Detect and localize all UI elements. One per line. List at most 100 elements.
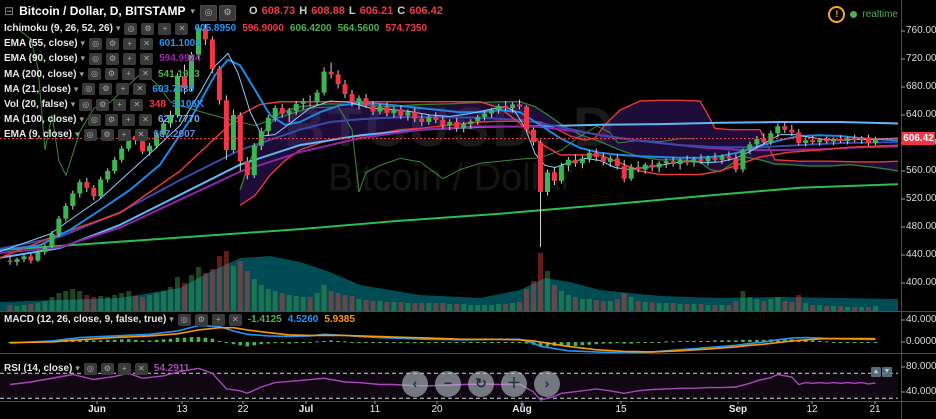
candle-body (398, 109, 404, 116)
gear-icon[interactable]: ⚙ (96, 98, 110, 111)
indicator-label[interactable]: MA (21, close) (4, 84, 71, 95)
axis-label: 400.00 (906, 277, 936, 288)
eye-icon[interactable]: ◎ (83, 362, 97, 375)
volume-bar (140, 297, 146, 311)
status-area: ! realtime (828, 6, 898, 23)
candle-body (244, 161, 250, 176)
volume-bar (321, 285, 327, 311)
pane-expand-icon[interactable]: ▲ (871, 367, 881, 377)
close-icon[interactable]: ✕ (134, 128, 148, 141)
volume-bar (831, 306, 837, 311)
zoom-out-button[interactable]: − (435, 371, 461, 397)
close-icon[interactable]: ✕ (228, 313, 242, 326)
indicator-label[interactable]: EMA (9, close) (4, 129, 72, 140)
alert-icon[interactable]: ! (828, 6, 846, 23)
gear-icon[interactable]: ⚙ (104, 113, 118, 126)
collapse-icon[interactable]: ⊟ (4, 4, 14, 18)
candle-body (91, 187, 97, 197)
indicator-label[interactable]: Ichimoku (9, 26, 52, 26) (4, 23, 113, 34)
gear-icon[interactable]: ⚙ (104, 68, 118, 81)
add-icon[interactable]: + (211, 313, 225, 326)
scroll-right-button[interactable]: › (534, 371, 560, 397)
macd-histogram-bar (573, 342, 578, 346)
macd-histogram-bar (420, 342, 424, 344)
gear-icon[interactable]: ⚙ (141, 22, 155, 35)
chevron-down-icon[interactable]: ▾ (75, 363, 80, 374)
volume-bar (859, 307, 865, 311)
candle-body (412, 112, 418, 119)
candle-body (677, 160, 683, 164)
indicator-label[interactable]: MA (200, close) (4, 69, 76, 80)
add-icon[interactable]: + (121, 68, 135, 81)
gear-icon[interactable]: ⚙ (100, 362, 114, 375)
chevron-down-icon[interactable]: ▾ (74, 84, 79, 95)
eye-icon[interactable]: ◎ (177, 313, 191, 326)
close-icon[interactable]: ✕ (134, 362, 148, 375)
candle-body (328, 71, 334, 75)
candle-body (545, 172, 550, 192)
add-icon[interactable]: + (158, 22, 172, 35)
volume-bar (538, 253, 543, 311)
volume-bar (7, 305, 13, 311)
candle-body (363, 98, 369, 106)
zoom-in-button[interactable]: ＋ (501, 371, 527, 397)
indicator-label[interactable]: Vol (20, false) (4, 99, 68, 110)
candle-body (719, 156, 725, 160)
add-icon[interactable]: + (117, 128, 131, 141)
reset-view-button[interactable]: ↻ (468, 371, 494, 397)
pane-collapse-icon[interactable]: ▼ (882, 367, 892, 377)
add-icon[interactable]: + (113, 98, 127, 111)
gear-icon[interactable]: ⚙ (99, 83, 113, 96)
chevron-down-icon[interactable]: ▾ (169, 314, 174, 325)
add-icon[interactable]: + (116, 83, 130, 96)
add-icon[interactable]: + (123, 52, 137, 65)
chevron-down-icon[interactable]: ▾ (75, 129, 80, 140)
gear-icon[interactable]: ⚙ (100, 128, 114, 141)
eye-icon[interactable]: ◎ (89, 37, 103, 50)
macd-histogram-bar (371, 342, 375, 343)
eye-icon[interactable]: ◎ (200, 4, 218, 21)
eye-icon[interactable]: ◎ (87, 68, 101, 81)
add-icon[interactable]: + (121, 113, 135, 126)
close-icon[interactable]: ✕ (138, 113, 152, 126)
close-icon[interactable]: ✕ (133, 83, 147, 96)
gear-icon[interactable]: ⚙ (106, 52, 120, 65)
eye-icon[interactable]: ◎ (89, 52, 103, 65)
chevron-down-icon[interactable]: ▾ (81, 53, 86, 64)
close-icon[interactable]: ✕ (140, 37, 154, 50)
gear-icon[interactable]: ⚙ (194, 313, 208, 326)
indicator-label[interactable]: EMA (90, close) (4, 53, 78, 64)
chevron-down-icon[interactable]: ▾ (79, 114, 84, 125)
eye-icon[interactable]: ◎ (87, 113, 101, 126)
scroll-left-button[interactable]: ‹ (402, 371, 428, 397)
close-icon[interactable]: ✕ (138, 68, 152, 81)
candle-body (817, 139, 823, 143)
eye-icon[interactable]: ◎ (82, 83, 96, 96)
indicator-label[interactable]: MA (100, close) (4, 114, 76, 125)
indicator-label[interactable]: MACD (12, 26, close, 9, false, true) (4, 314, 166, 325)
close-icon[interactable]: ✕ (175, 22, 189, 35)
close-icon[interactable]: ✕ (140, 52, 154, 65)
chevron-down-icon[interactable]: ▾ (81, 38, 86, 49)
gear-icon[interactable]: ⚙ (219, 4, 237, 21)
eye-icon[interactable]: ◎ (124, 22, 138, 35)
chevron-down-icon[interactable]: ▾ (191, 6, 196, 17)
candle-body (405, 112, 411, 116)
add-icon[interactable]: + (123, 37, 137, 50)
chevron-down-icon[interactable]: ▾ (79, 69, 84, 80)
chevron-down-icon[interactable]: ▾ (116, 23, 121, 34)
chevron-down-icon[interactable]: ▾ (71, 99, 76, 110)
volume-bar (496, 304, 502, 311)
macd-histogram-bar (734, 340, 738, 342)
indicator-label[interactable]: RSI (14, close) (4, 363, 72, 374)
volume-bar (454, 304, 460, 311)
indicator-label[interactable]: EMA (55, close) (4, 38, 78, 49)
eye-icon[interactable]: ◎ (83, 128, 97, 141)
volume-bar (258, 285, 264, 311)
eye-icon[interactable]: ◎ (79, 98, 93, 111)
volume-bar (328, 291, 334, 311)
close-icon[interactable]: ✕ (130, 98, 144, 111)
symbol-title[interactable]: Bitcoin / Dollar, D, BITSTAMP (19, 4, 185, 18)
add-icon[interactable]: + (117, 362, 131, 375)
gear-icon[interactable]: ⚙ (106, 37, 120, 50)
